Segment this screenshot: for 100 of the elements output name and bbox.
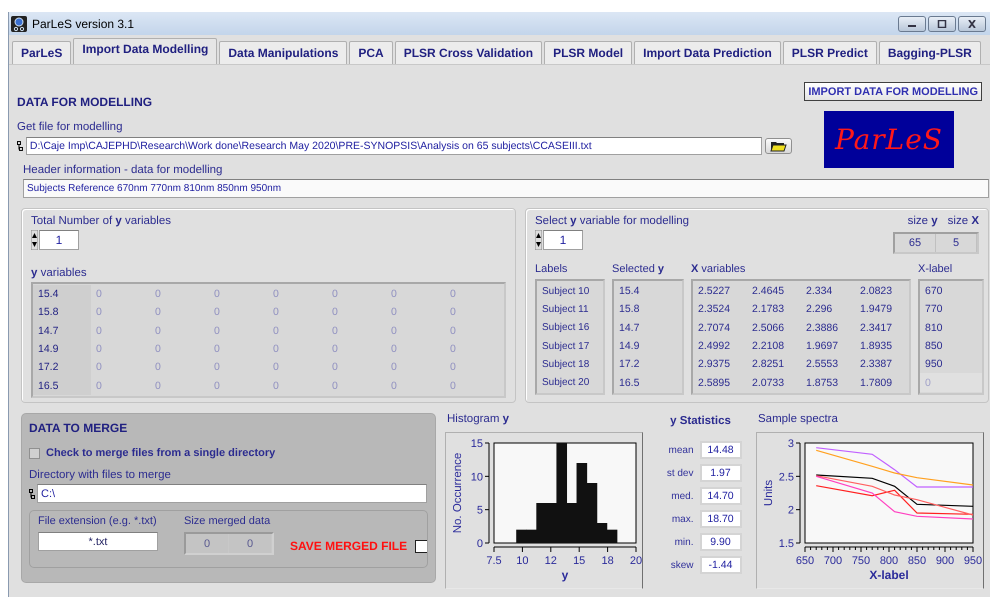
tab[interactable]: Data Manipulations <box>219 41 348 64</box>
tab[interactable]: PLSR Cross Validation <box>394 41 542 64</box>
tab[interactable]: PLSR Model <box>544 41 632 64</box>
table-cell-text: Subject 11 <box>541 302 590 317</box>
tab[interactable]: Import Data Prediction <box>634 41 781 64</box>
section-heading: DATA FOR MODELLING <box>17 95 154 109</box>
window-title: ParLeS version 3.1 <box>32 16 134 30</box>
table-cell-text: 0 <box>95 378 103 394</box>
stat-value: -1.44 <box>700 556 742 574</box>
column-heading: X-label <box>918 263 954 276</box>
tick-label: 950 <box>964 555 982 567</box>
histogram-bar <box>516 530 527 543</box>
extension-field[interactable]: *.txt <box>38 532 158 551</box>
table-cell-text: 0 <box>449 305 457 320</box>
table-cell-text: 2.4645 <box>751 284 786 300</box>
column-heading: Labels <box>535 263 568 276</box>
table-cell-text: 2.1783 <box>751 302 786 318</box>
table-cell: 17.2 <box>33 358 91 376</box>
table-cell-text: 0 <box>390 342 398 358</box>
table-cell-text: 850 <box>924 339 944 354</box>
table-cell-text: 0 <box>449 287 457 302</box>
tick-label: 750 <box>852 555 870 567</box>
stat-value: 1.97 <box>700 464 742 482</box>
tick-label: 5 <box>476 504 483 517</box>
stat-label: med. <box>670 490 694 502</box>
table-cell-text: 2.5895 <box>697 376 732 391</box>
maximize-button[interactable] <box>928 16 956 32</box>
spinner-arrows-icon[interactable] <box>31 230 38 250</box>
table-cell-text: 2.3387 <box>859 357 894 372</box>
table-cell-text: 0 <box>272 287 280 302</box>
directory-field[interactable]: C:\ <box>37 484 427 503</box>
number-field[interactable]: 1 <box>39 230 79 250</box>
size-label: size y <box>908 215 938 227</box>
tab[interactable]: PLSR Predict <box>782 41 877 64</box>
table-cell: 14.9 <box>33 340 91 358</box>
checkbox[interactable] <box>29 448 40 458</box>
table-cell-text: 0 <box>390 287 398 302</box>
tick-label: 2 <box>788 504 794 517</box>
tick-label: 15 <box>470 438 483 450</box>
table-cell-text: 1.8753 <box>805 376 840 391</box>
number-field[interactable]: 1 <box>543 230 583 250</box>
table-cell-text: Subject 20 <box>541 376 590 390</box>
table-cell-text: 15.4 <box>618 284 640 300</box>
table-label: y variables <box>31 267 88 279</box>
spinner-arrows-icon[interactable] <box>535 230 542 250</box>
table-cell-text: 2.0823 <box>859 284 894 300</box>
axis-title: X-label <box>869 568 909 582</box>
field-label: Header information - data for modelling <box>23 164 224 176</box>
table-cell: 15.4 <box>33 285 91 304</box>
table-cell-text: 0 <box>272 360 280 376</box>
header-field[interactable]: Subjects Reference 670nm 770nm 810nm 850nm 950nm <box>23 179 989 198</box>
tick-label: 18 <box>601 555 614 567</box>
folder-button[interactable] <box>765 138 792 154</box>
field-label: File extension (e.g. *.txt) <box>38 515 158 527</box>
stat-label: st dev <box>666 468 694 478</box>
path-icon <box>17 141 23 151</box>
import-button[interactable]: IMPORT DATA FOR MODELLING <box>804 82 982 101</box>
table-cell-text: 0 <box>449 378 457 394</box>
table-cell-text: 1.9697 <box>805 339 840 354</box>
table-cell-text: 0 <box>213 305 221 320</box>
close-button[interactable] <box>958 16 986 32</box>
chart-title: Sample spectra <box>757 413 839 427</box>
table-cell-text: 0 <box>154 305 162 320</box>
table-cell-text: 2.0733 <box>751 376 786 391</box>
app-icon <box>11 16 27 32</box>
tick-label: 1.5 <box>778 538 794 550</box>
size-label: size X <box>948 215 979 227</box>
logo: ParLeS <box>824 111 954 168</box>
table-cell-text: 15.8 <box>618 302 640 318</box>
stat-value: 9.90 <box>700 533 742 551</box>
table-cell-text: 0 <box>213 342 221 358</box>
table-cell-text: 1.8935 <box>859 339 894 354</box>
tab[interactable]: ParLeS <box>12 41 72 64</box>
table-cell-text: 0 <box>95 287 103 302</box>
size-value: 65 <box>895 234 936 252</box>
tab[interactable]: Bagging-PLSR <box>878 41 981 64</box>
table-cell-text: 17.2 <box>618 357 640 372</box>
table-cell-text: 0 <box>331 324 339 339</box>
table-cell-text: 0 <box>449 324 457 339</box>
axis-title: y <box>562 568 568 582</box>
stat-value: 14.70 <box>700 487 742 505</box>
chart-title: Histogram y <box>446 413 510 427</box>
file-path-field[interactable]: D:\Caje Imp\CAJEPHD\Research\Work done\Research May 2020\PRE-SYNOPSIS\Analysis on 65 subjects\CCASEIII.txt <box>26 137 762 155</box>
table-cell-text: 0 <box>331 342 339 358</box>
table-cell-text: Subject 10 <box>541 284 590 299</box>
table-cell-text: 0 <box>390 360 398 376</box>
table-cell-text: 2.9375 <box>697 357 732 372</box>
tick-label: 800 <box>880 555 898 567</box>
tab[interactable]: Import Data Modelling <box>73 38 218 64</box>
table-cell-text: 0 <box>272 305 280 320</box>
checkbox[interactable] <box>415 540 427 552</box>
minimize-button[interactable] <box>898 16 926 32</box>
stat-value: 18.70 <box>700 510 742 528</box>
tick-label: 2.5 <box>778 471 794 484</box>
tick-label: 15 <box>573 555 586 567</box>
tab[interactable]: PCA <box>349 41 393 64</box>
checkbox-label: Check to merge files from a single directory <box>46 447 276 459</box>
tick-label: 3 <box>788 438 794 450</box>
column-heading: X variables <box>691 263 746 276</box>
table-cell: 16.5 <box>33 376 91 395</box>
